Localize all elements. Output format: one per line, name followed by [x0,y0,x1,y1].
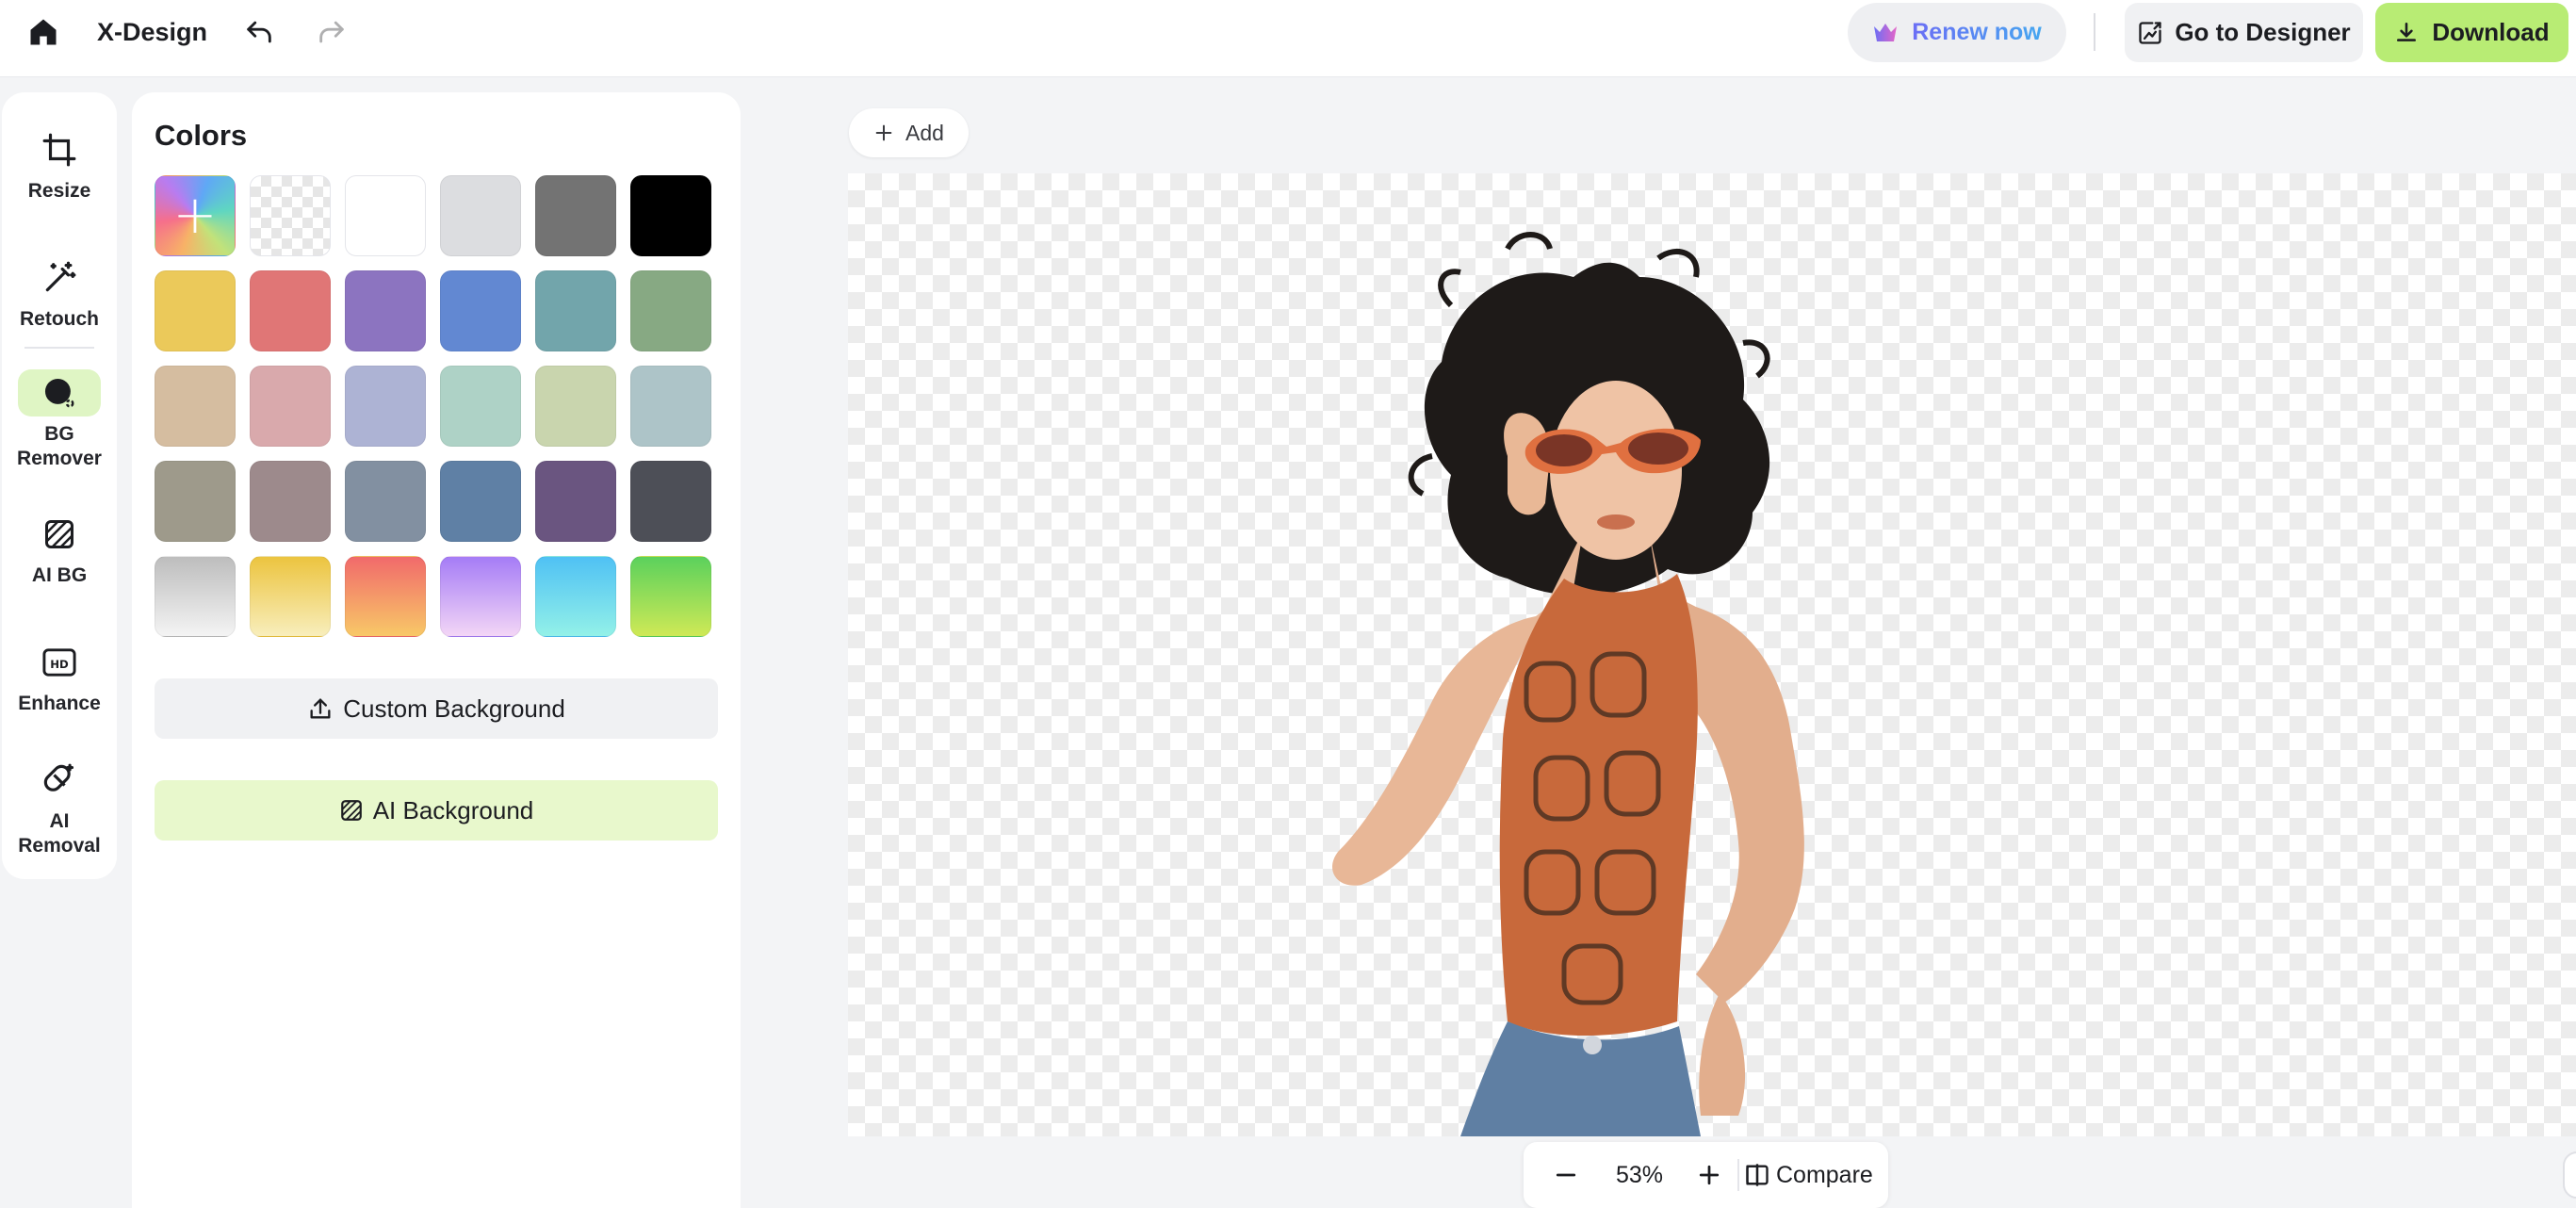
tool-ai-bg-label: AI BG [31,564,88,586]
color-swatch[interactable] [630,461,711,542]
home-icon[interactable] [26,15,60,49]
color-swatch[interactable] [250,461,331,542]
side-panel-handle[interactable] [2563,1151,2576,1199]
tool-retouch-label: Retouch [20,308,99,330]
magic-wand-icon [18,254,101,302]
ai-background-button[interactable]: AI Background [155,780,718,841]
tool-ai-removal-label: AI Removal [18,810,101,857]
crown-icon [1872,21,1899,45]
color-swatch[interactable] [630,366,711,447]
tool-enhance-label: Enhance [18,693,101,714]
color-swatch[interactable] [630,270,711,351]
redo-icon[interactable] [316,16,348,48]
bg-remover-icon [18,369,101,416]
colors-panel: Colors + Custom Background AI Background [132,92,741,1208]
tool-bg-remover[interactable]: BG Remover [2,369,117,471]
zoom-bar: 53% Compare [1524,1142,1888,1208]
zoom-out-icon[interactable] [1552,1161,1580,1189]
color-swatch[interactable] [630,175,711,256]
tool-rail: Resize Retouch BG Remover AI BG HD Enhan… [2,92,117,879]
image-canvas[interactable] [848,173,2576,1136]
color-swatch[interactable] [535,175,616,256]
hd-icon: HD [18,639,101,686]
tool-retouch[interactable]: Retouch [2,254,117,332]
tool-resize[interactable]: Resize [2,126,117,204]
subject-photo [1332,232,1804,1136]
eraser-icon [18,757,101,804]
tool-enhance[interactable]: HD Enhance [2,639,117,716]
color-swatch[interactable] [440,175,521,256]
color-swatch[interactable] [155,461,236,542]
panel-title: Colors [155,119,248,152]
plus-icon: + [172,185,218,246]
color-swatch[interactable] [250,366,331,447]
gradient-swatch[interactable] [345,556,426,637]
gradient-swatch[interactable] [535,556,616,637]
gradient-swatch[interactable] [440,556,521,637]
add-button[interactable]: Add [849,108,969,157]
app-title: X-Design [97,18,208,46]
color-swatch[interactable] [345,366,426,447]
zoom-level: 53% [1615,1162,1664,1188]
color-swatch[interactable] [535,461,616,542]
compare-button[interactable]: Compare [1744,1155,1883,1195]
download-icon [2394,21,2419,45]
color-swatch[interactable] [345,461,426,542]
download-label: Download [2432,18,2550,46]
color-swatch[interactable] [345,175,426,256]
color-swatch[interactable] [250,270,331,351]
ai-bg-icon [18,511,101,558]
zoom-divider [1737,1159,1739,1191]
ai-bg-icon [339,798,364,823]
gradient-swatch[interactable] [155,556,236,637]
custom-background-button[interactable]: Custom Background [155,678,718,739]
custom-background-label: Custom Background [343,694,565,723]
add-color-swatch[interactable]: + [155,175,236,256]
upload-icon [307,695,334,722]
compare-label: Compare [1776,1161,1873,1188]
tool-resize-label: Resize [27,180,91,202]
color-swatch[interactable] [440,461,521,542]
top-bar: X-Design Renew now Go to Designer Downlo… [0,0,2576,77]
color-swatch[interactable] [345,270,426,351]
gradient-swatch[interactable] [630,556,711,637]
gradient-swatch[interactable] [250,556,331,637]
download-button[interactable]: Download [2375,3,2568,62]
undo-icon[interactable] [243,16,275,48]
designer-icon [2137,20,2163,46]
plus-icon [873,122,894,143]
tool-bg-remover-label: BG Remover [17,423,102,469]
zoom-in-icon[interactable] [1695,1161,1723,1189]
tool-ai-removal[interactable]: AI Removal [2,757,117,858]
add-label: Add [905,120,944,145]
color-swatch[interactable] [440,366,521,447]
color-swatch-grid: + [155,175,711,637]
color-swatch[interactable] [155,270,236,351]
crop-icon [18,126,101,173]
color-swatch[interactable] [535,270,616,351]
renew-now-label: Renew now [1912,19,2042,45]
ai-background-label: AI Background [372,795,534,824]
color-swatch[interactable] [155,366,236,447]
color-swatch[interactable] [440,270,521,351]
rail-divider [24,347,94,349]
transparent-swatch[interactable] [250,175,331,256]
tool-ai-bg[interactable]: AI BG [2,511,117,588]
renew-now-button[interactable]: Renew now [1848,3,2066,62]
top-divider [2094,13,2095,51]
compare-icon [1744,1162,1770,1188]
color-swatch[interactable] [535,366,616,447]
go-to-designer-button[interactable]: Go to Designer [2125,3,2363,62]
svg-text:HD: HD [50,658,69,671]
go-to-designer-label: Go to Designer [2175,18,2351,46]
